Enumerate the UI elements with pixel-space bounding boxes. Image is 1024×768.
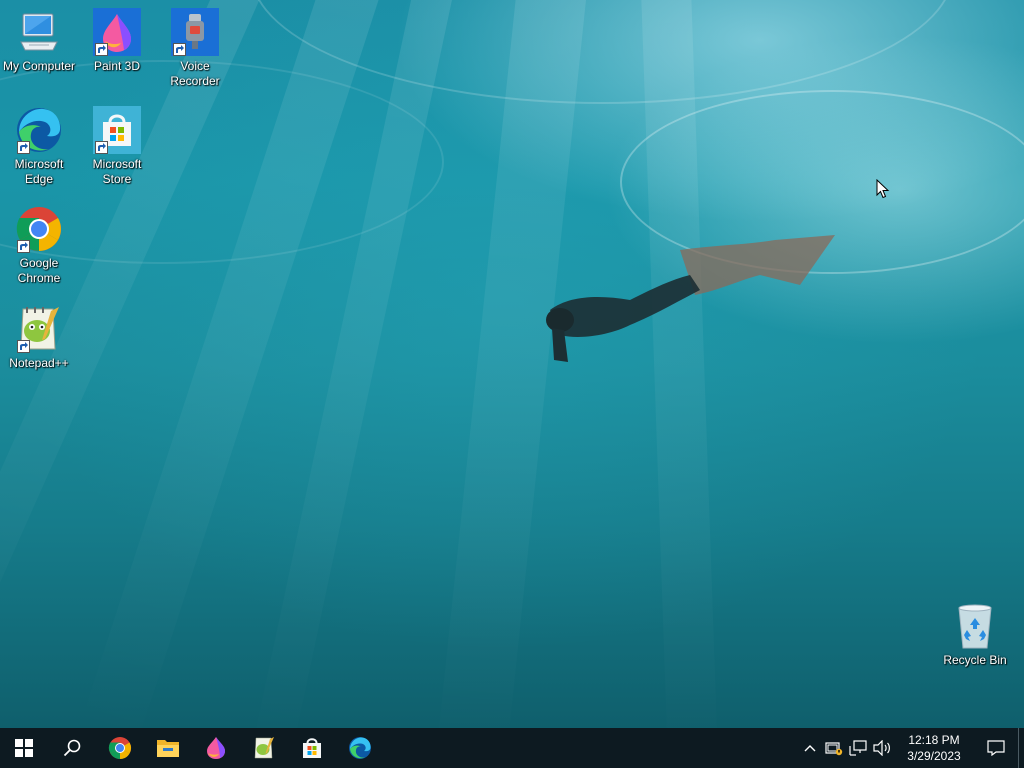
diver-silhouette	[546, 235, 835, 362]
desktop-icon-label: Microsoft Store	[92, 157, 142, 186]
network-tray-button[interactable]	[846, 728, 870, 768]
desktop-icon-microsoft-store[interactable]: Microsoft Store	[78, 106, 156, 198]
taskbar-chrome-button[interactable]	[96, 728, 144, 768]
chrome-icon	[15, 205, 63, 253]
computer-icon	[15, 8, 63, 56]
mouse-cursor-icon	[876, 179, 890, 199]
volume-icon	[873, 740, 890, 756]
desktop-icon-microsoft-edge[interactable]: Microsoft Edge	[0, 106, 78, 198]
network-icon	[849, 740, 867, 756]
notification-icon	[987, 740, 1005, 756]
clock-date: 3/29/2023	[907, 749, 961, 763]
show-desktop-button[interactable]	[1018, 728, 1024, 768]
desktop-icon-label: Microsoft Edge	[14, 157, 64, 186]
recycle-bin-icon	[951, 602, 999, 650]
taskbar-notepad-plus-plus-button[interactable]	[240, 728, 288, 768]
system-tray: 12:18 PM 3/29/2023	[798, 728, 1024, 768]
desktop-icon-my-computer[interactable]: My Computer	[0, 8, 78, 100]
desktop-icon-recycle-bin[interactable]: Recycle Bin	[936, 602, 1014, 694]
show-hidden-icons-button[interactable]	[798, 728, 822, 768]
volume-tray-button[interactable]	[870, 728, 894, 768]
desktop-icon-label: Notepad++	[9, 356, 69, 370]
desktop-icon-label: Voice Recorder	[170, 59, 220, 88]
shortcut-arrow-icon	[17, 240, 30, 253]
taskbar-paint-3d-button[interactable]	[192, 728, 240, 768]
taskbar-microsoft-store-button[interactable]	[288, 728, 336, 768]
edge-icon	[15, 106, 63, 154]
search-button[interactable]	[48, 728, 96, 768]
security-tray-button[interactable]	[822, 728, 846, 768]
file-explorer-icon	[157, 740, 179, 757]
clock-time: 12:18 PM	[908, 733, 960, 747]
notepad-plus-plus-icon	[254, 737, 274, 759]
desktop[interactable]: My Computer Paint 3D Voice Recorder Micr…	[0, 0, 1024, 728]
paint-3d-icon	[207, 737, 225, 759]
desktop-icon-label: Recycle Bin	[943, 653, 1007, 667]
desktop-icon-label: My Computer	[2, 59, 76, 73]
paint-3d-icon	[93, 8, 141, 56]
taskbar-edge-button[interactable]	[336, 728, 384, 768]
desktop-icon-label: Google Chrome	[17, 256, 61, 285]
security-icon	[825, 742, 843, 756]
action-center-button[interactable]	[974, 728, 1018, 768]
desktop-icon-paint-3d[interactable]: Paint 3D	[78, 8, 156, 100]
desktop-icon-label: Paint 3D	[93, 59, 141, 73]
microsoft-store-icon	[303, 738, 321, 758]
voice-recorder-icon	[171, 8, 219, 56]
clock[interactable]: 12:18 PM 3/29/2023	[894, 732, 974, 764]
edge-icon	[349, 737, 371, 759]
microsoft-store-icon	[93, 106, 141, 154]
shortcut-arrow-icon	[95, 43, 108, 56]
chevron-up-icon	[804, 745, 816, 752]
notepad-plus-plus-icon	[15, 305, 63, 353]
taskbar: 12:18 PM 3/29/2023	[0, 728, 1024, 768]
chrome-icon	[108, 737, 131, 759]
search-icon	[63, 739, 81, 757]
desktop-icon-google-chrome[interactable]: Google Chrome	[0, 205, 78, 297]
desktop-icon-voice-recorder[interactable]: Voice Recorder	[156, 8, 234, 100]
shortcut-arrow-icon	[17, 141, 30, 154]
start-button[interactable]	[0, 728, 48, 768]
desktop-icon-notepad-plus-plus[interactable]: Notepad++	[0, 305, 78, 397]
shortcut-arrow-icon	[17, 340, 30, 353]
shortcut-arrow-icon	[173, 43, 186, 56]
taskbar-file-explorer-button[interactable]	[144, 728, 192, 768]
start-icon	[15, 739, 33, 757]
shortcut-arrow-icon	[95, 141, 108, 154]
